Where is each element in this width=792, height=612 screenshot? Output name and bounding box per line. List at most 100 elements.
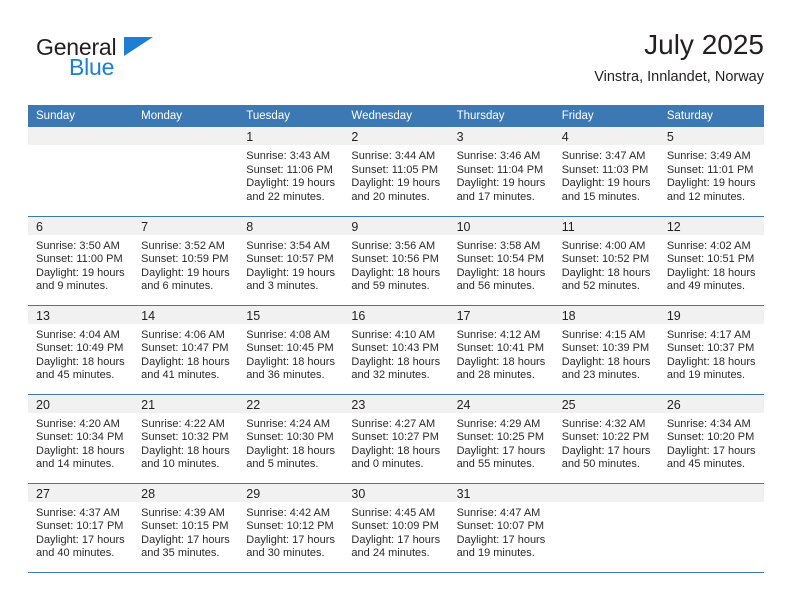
day-cell-27[interactable]: 27 Sunrise: 4:37 AM Sunset: 10:17 PM Daylig… xyxy=(28,483,134,573)
day-detail-line: Daylight: 19 hours xyxy=(36,266,125,279)
day-number: 26 xyxy=(658,394,764,413)
calendar-week-row: 27 Sunrise: 4:37 AM Sunset: 10:17 PM Daylig… xyxy=(28,483,764,573)
weekday-header-wednesday: Wednesday xyxy=(343,105,449,127)
day-detail-line: Sunset: 10:47 PM xyxy=(141,342,229,355)
day-detail-line: Daylight: 19 hours xyxy=(246,266,335,279)
weekday-header-row: Sunday Monday Tuesday Wednesday Thursday Frid… xyxy=(28,105,764,127)
calendar-week-row: 1 Sunrise: 3:43 AM Sunset: 11:06 PM Dayligh… xyxy=(28,127,764,217)
day-cell-13[interactable]: 13 Sunrise: 4:04 AM Sunset: 10:49 PM Daylig… xyxy=(28,305,134,395)
day-cell-23[interactable]: 23 Sunrise: 4:27 AM Sunset: 10:27 PM Daylig… xyxy=(343,394,449,484)
day-cell-30[interactable]: 30 Sunrise: 4:45 AM Sunset: 10:09 PM Daylig… xyxy=(343,483,449,573)
logo-triangle-icon xyxy=(124,37,153,56)
general-blue-logo[interactable]: General Blue xyxy=(36,34,216,90)
day-detail-line: Sunset: 10:37 PM xyxy=(666,342,755,355)
day-detail-line: Sunrise: 4:17 AM xyxy=(666,328,751,341)
day-detail-line: Sunrise: 4:10 AM xyxy=(351,328,436,341)
day-cell-empty xyxy=(658,483,764,573)
day-detail-line: and 45 minutes. xyxy=(36,369,115,382)
day-cell-28[interactable]: 28 Sunrise: 4:39 AM Sunset: 10:15 PM Daylig… xyxy=(133,483,239,573)
day-cell-14[interactable]: 14 Sunrise: 4:06 AM Sunset: 10:47 PM Daylig… xyxy=(133,305,239,395)
day-cell-25[interactable]: 25 Sunrise: 4:32 AM Sunset: 10:22 PM Daylig… xyxy=(553,394,659,484)
day-cell-2[interactable]: 2 Sunrise: 3:44 AM Sunset: 11:05 PM Dayligh… xyxy=(343,127,449,217)
weekday-header-tuesday: Tuesday xyxy=(238,105,344,127)
day-details: Sunrise: 4:27 AM Sunset: 10:27 PM Daylight… xyxy=(343,413,448,472)
day-cell-16[interactable]: 16 Sunrise: 4:10 AM Sunset: 10:43 PM Daylig… xyxy=(343,305,449,395)
day-cell-9[interactable]: 9 Sunrise: 3:56 AM Sunset: 10:56 PM Dayligh… xyxy=(343,216,449,306)
day-detail-line: Sunrise: 4:24 AM xyxy=(246,417,331,430)
day-detail-line: Sunrise: 4:02 AM xyxy=(666,239,751,252)
day-cell-20[interactable]: 20 Sunrise: 4:20 AM Sunset: 10:34 PM Daylig… xyxy=(28,394,134,484)
weekday-header-friday: Friday xyxy=(553,105,659,127)
day-number: 4 xyxy=(553,127,659,145)
day-cell-29[interactable]: 29 Sunrise: 4:42 AM Sunset: 10:12 PM Daylig… xyxy=(238,483,344,573)
day-number: 28 xyxy=(133,483,239,502)
day-cell-5[interactable]: 5 Sunrise: 3:49 AM Sunset: 11:01 PM Dayligh… xyxy=(658,127,764,217)
day-detail-line: and 23 minutes. xyxy=(561,369,640,382)
day-detail-line: Daylight: 17 hours xyxy=(666,444,756,457)
day-detail-line: Daylight: 18 hours xyxy=(246,355,335,368)
day-number: 31 xyxy=(448,483,554,502)
day-cell-26[interactable]: 26 Sunrise: 4:34 AM Sunset: 10:20 PM Daylig… xyxy=(658,394,764,484)
day-detail-line: Daylight: 18 hours xyxy=(351,355,441,368)
day-cell-10[interactable]: 10 Sunrise: 3:58 AM Sunset: 10:54 PM Daylig… xyxy=(448,216,554,306)
day-detail-line: Daylight: 18 hours xyxy=(561,355,651,368)
day-detail-line: Daylight: 18 hours xyxy=(666,266,756,279)
day-details: Sunrise: 4:20 AM Sunset: 10:34 PM Daylight… xyxy=(28,413,133,472)
day-cell-17[interactable]: 17 Sunrise: 4:12 AM Sunset: 10:41 PM Daylig… xyxy=(448,305,554,395)
day-detail-line: Sunrise: 4:42 AM xyxy=(246,506,331,519)
day-detail-line: and 30 minutes. xyxy=(246,547,325,560)
day-detail-line: Daylight: 18 hours xyxy=(351,444,441,457)
day-detail-line: Daylight: 17 hours xyxy=(456,444,546,457)
day-detail-line: Sunset: 10:17 PM xyxy=(36,520,124,533)
day-detail-line: and 19 minutes. xyxy=(456,547,535,560)
day-detail-line: Sunset: 10:34 PM xyxy=(36,431,124,444)
day-cell-22[interactable]: 22 Sunrise: 4:24 AM Sunset: 10:30 PM Daylig… xyxy=(238,394,344,484)
day-cell-3[interactable]: 3 Sunrise: 3:46 AM Sunset: 11:04 PM Dayligh… xyxy=(448,127,554,217)
day-detail-line: Sunrise: 4:29 AM xyxy=(456,417,541,430)
day-number: 25 xyxy=(553,394,659,413)
day-detail-line: Sunrise: 3:47 AM xyxy=(561,150,646,162)
day-details: Sunrise: 3:43 AM Sunset: 11:06 PM Daylight… xyxy=(238,145,343,204)
day-detail-line: and 9 minutes. xyxy=(36,280,109,293)
day-cell-24[interactable]: 24 Sunrise: 4:29 AM Sunset: 10:25 PM Daylig… xyxy=(448,394,554,484)
day-cell-19[interactable]: 19 Sunrise: 4:17 AM Sunset: 10:37 PM Daylig… xyxy=(658,305,764,395)
day-cell-15[interactable]: 15 Sunrise: 4:08 AM Sunset: 10:45 PM Daylig… xyxy=(238,305,344,395)
day-details: Sunrise: 3:49 AM Sunset: 11:01 PM Daylight… xyxy=(659,145,764,204)
day-cell-7[interactable]: 7 Sunrise: 3:52 AM Sunset: 10:59 PM Dayligh… xyxy=(133,216,239,306)
day-detail-line: Sunrise: 3:43 AM xyxy=(246,150,331,162)
day-detail-line: Sunrise: 4:32 AM xyxy=(561,417,646,430)
day-cell-6[interactable]: 6 Sunrise: 3:50 AM Sunset: 11:00 PM Dayligh… xyxy=(28,216,134,306)
day-details: Sunrise: 3:52 AM Sunset: 10:59 PM Daylight… xyxy=(133,235,238,294)
day-cell-21[interactable]: 21 Sunrise: 4:22 AM Sunset: 10:32 PM Daylig… xyxy=(133,394,239,484)
day-cell-8[interactable]: 8 Sunrise: 3:54 AM Sunset: 10:57 PM Dayligh… xyxy=(238,216,344,306)
day-details: Sunrise: 3:54 AM Sunset: 10:57 PM Daylight… xyxy=(238,235,343,294)
day-number: 5 xyxy=(658,127,764,145)
day-cell-31[interactable]: 31 Sunrise: 4:47 AM Sunset: 10:07 PM Daylig… xyxy=(448,483,554,573)
calendar-head: Sunday Monday Tuesday Wednesday Thursday Frid… xyxy=(28,105,764,127)
page-header: General Blue July 2025 Vinstra, Innlande… xyxy=(28,28,764,96)
day-detail-line: Sunset: 10:07 PM xyxy=(456,520,545,533)
day-number: 7 xyxy=(133,216,239,235)
day-detail-line: Sunset: 10:51 PM xyxy=(666,253,755,266)
day-detail-line: and 49 minutes. xyxy=(666,280,746,293)
day-cell-empty xyxy=(28,127,134,217)
day-cell-1[interactable]: 1 Sunrise: 3:43 AM Sunset: 11:06 PM Dayligh… xyxy=(238,127,344,217)
day-number: 3 xyxy=(448,127,554,145)
day-cell-4[interactable]: 4 Sunrise: 3:47 AM Sunset: 11:03 PM Dayligh… xyxy=(553,127,659,217)
day-cell-12[interactable]: 12 Sunrise: 4:02 AM Sunset: 10:51 PM Daylig… xyxy=(658,216,764,306)
day-detail-line: Sunset: 10:56 PM xyxy=(351,253,439,266)
day-number xyxy=(553,483,659,502)
day-detail-line: Sunrise: 4:15 AM xyxy=(561,328,646,341)
day-detail-line: Daylight: 18 hours xyxy=(246,444,335,457)
weekday-header-monday: Monday xyxy=(133,105,239,127)
day-detail-line: Sunrise: 4:12 AM xyxy=(456,328,541,341)
day-cell-11[interactable]: 11 Sunrise: 4:00 AM Sunset: 10:52 PM Daylig… xyxy=(553,216,659,306)
day-number: 18 xyxy=(553,305,659,324)
calendar-week-row: 13 Sunrise: 4:04 AM Sunset: 10:49 PM Daylig… xyxy=(28,305,764,395)
day-details: Sunrise: 4:04 AM Sunset: 10:49 PM Daylight… xyxy=(28,324,133,383)
day-detail-line: Sunset: 10:25 PM xyxy=(456,431,545,444)
day-details: Sunrise: 4:32 AM Sunset: 10:22 PM Daylight… xyxy=(554,413,659,472)
day-detail-line: Sunset: 11:01 PM xyxy=(666,163,754,176)
day-details: Sunrise: 4:06 AM Sunset: 10:47 PM Daylight… xyxy=(133,324,238,383)
day-cell-18[interactable]: 18 Sunrise: 4:15 AM Sunset: 10:39 PM Daylig… xyxy=(553,305,659,395)
